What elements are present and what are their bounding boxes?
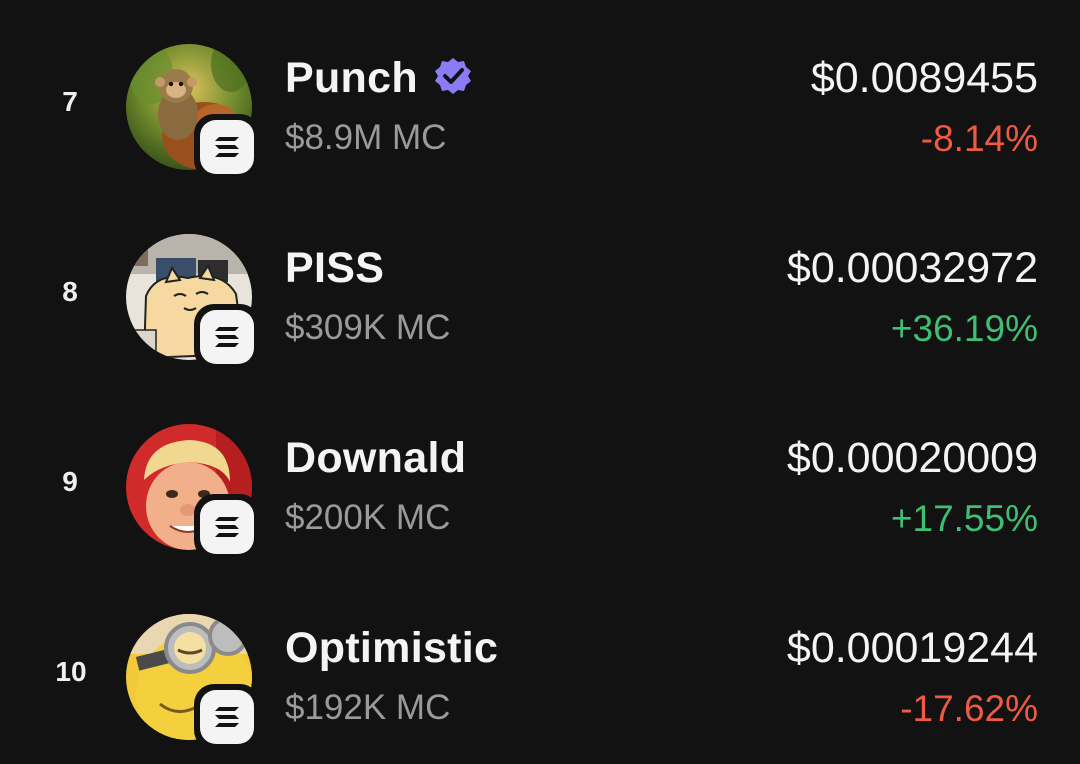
solana-chain-icon [200,690,254,744]
chain-badge [194,684,260,750]
market-cap: $309K MC [285,308,451,347]
solana-chain-icon [200,120,254,174]
verified-badge-icon [435,58,471,94]
rank-number: 8 [62,276,78,307]
price-change: +17.55% [890,498,1038,539]
token-price: $0.00032972 [786,244,1038,292]
token-price: $0.00020009 [786,434,1038,482]
market-cap: $8.9M MC [285,118,447,157]
token-row-optimistic[interactable]: 10 Optimistic $192K MC $0.00019244 -17.6… [0,614,1080,764]
token-row-downald[interactable]: 9 Downald $200K MC $0.00020009 +17.55% [0,424,1080,574]
rank-number: 7 [62,86,78,117]
token-price: $0.0089455 [810,54,1038,102]
price-change: -17.62% [900,688,1038,729]
rank-number: 10 [55,656,87,687]
price-change: -8.14% [920,118,1038,159]
chain-badge [194,304,260,370]
chain-badge [194,114,260,180]
token-name: Punch [285,54,418,102]
rank-number: 9 [62,466,78,497]
solana-chain-icon [200,310,254,364]
solana-chain-icon [200,500,254,554]
token-name: PISS [285,244,385,292]
token-name: Downald [285,434,467,482]
market-cap: $200K MC [285,498,451,537]
chain-badge [194,494,260,560]
token-row-punch[interactable]: 7 Punch $8.9M MC $0.0089455 -8.14% [0,44,1080,194]
token-price: $0.00019244 [786,624,1038,672]
token-list: 7 Punch $8.9M MC $0.0089455 -8.14% 8 PIS… [0,0,1080,758]
market-cap: $192K MC [285,688,451,727]
price-change: +36.19% [890,308,1038,349]
token-name: Optimistic [285,624,499,672]
token-row-piss[interactable]: 8 PISS $309K MC $0.00032972 +36.19% [0,234,1080,384]
